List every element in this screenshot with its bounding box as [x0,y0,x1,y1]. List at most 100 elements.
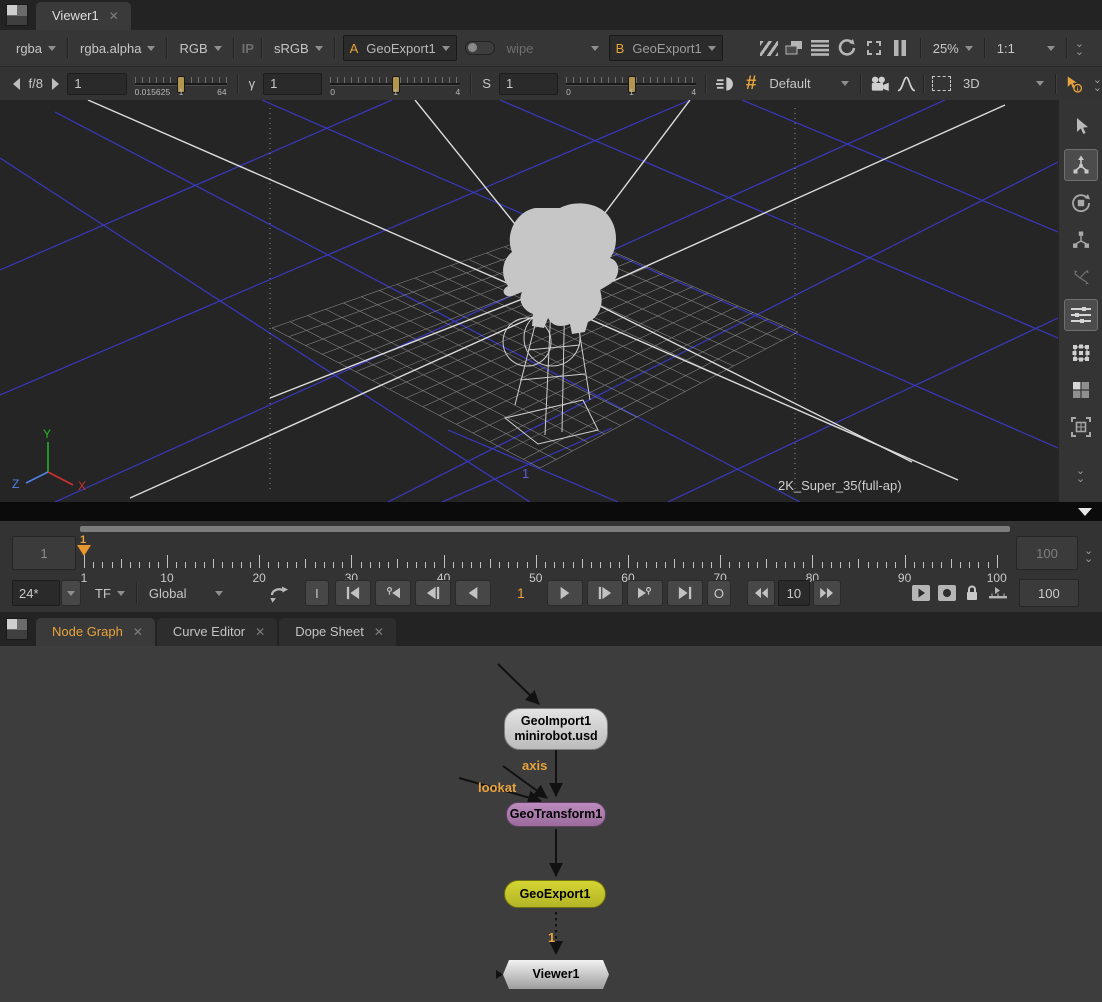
ruler-tick [462,562,463,568]
overlay-screens-icon[interactable] [781,33,807,63]
close-icon[interactable]: ✕ [374,625,384,639]
translate-tool-icon[interactable] [1064,149,1098,181]
tab-curve-editor[interactable]: Curve Editor✕ [157,618,277,646]
split-view-icon[interactable] [1065,375,1097,405]
roi-marquee-icon[interactable] [932,76,951,91]
play-forward-button[interactable] [547,580,583,606]
view-mode-dropdown[interactable]: 3D [959,74,1048,93]
prev-keyframe-button[interactable] [375,580,411,606]
pixel-aspect-dropdown[interactable]: 1:1 [993,39,1059,58]
nodegraph-canvas[interactable]: axis lookat 1 GeoImport1 minirobot.usd G… [0,646,1102,1002]
pane-layout-icon[interactable] [6,618,28,640]
loop-mode-icon[interactable] [267,583,291,603]
pane-layout-icon[interactable] [6,4,28,26]
viewer-colorspace-dropdown[interactable]: sRGB [270,39,327,58]
step-forward-button[interactable] [587,580,623,606]
fps-dropdown[interactable] [61,580,81,606]
wipe-toggle[interactable] [465,41,495,55]
range-out-input[interactable]: 100 [1016,536,1078,570]
wipe-mode-dropdown[interactable]: wipe [503,39,603,58]
proxy-stripes-icon[interactable] [757,33,781,63]
saturation-input[interactable]: 1 [499,73,558,95]
chevron-down-icon [315,46,323,51]
gain-slider[interactable]: 0.015625 1 64 [135,74,227,94]
ruler-tick [333,562,334,568]
set-in-button[interactable]: I [305,580,329,606]
select-tool-icon[interactable] [1065,112,1097,142]
display-channel-dropdown[interactable]: RGB [175,39,225,58]
timeline-marker-icon[interactable] [987,584,1009,602]
collapse-chevron-icon[interactable]: ⌄⌄ [1076,467,1085,483]
close-icon[interactable]: ✕ [255,625,265,639]
expand-triangle-icon[interactable] [1078,508,1092,516]
gain-input[interactable]: 1 [67,73,126,95]
goto-start-button[interactable] [335,580,371,606]
collapse-chevron-icon[interactable]: ⌄⌄ [1084,547,1093,563]
camera-icon[interactable] [869,75,890,93]
grid-snap-icon[interactable]: # [746,73,757,95]
close-icon[interactable]: ✕ [133,625,143,639]
pause-icon[interactable] [887,33,913,63]
set-out-button[interactable]: O [707,580,731,606]
step-back-button[interactable] [415,580,451,606]
lock-range-icon[interactable] [963,584,981,602]
gamma-input[interactable]: 1 [263,73,322,95]
zoom-level-dropdown[interactable]: 25% [929,39,977,58]
channels-dropdown[interactable]: rgba [12,39,60,58]
input-preview-icon[interactable]: i [1064,74,1083,94]
refresh-icon[interactable] [833,33,861,63]
node-viewer1[interactable]: Viewer1 [503,960,609,989]
capture-icon[interactable] [937,584,957,602]
saturation-slider[interactable]: 0 1 4 [566,74,696,94]
play-backward-button[interactable] [455,580,491,606]
gamma-slider[interactable]: 0 1 4 [330,74,460,94]
robot-model[interactable] [503,203,618,334]
node-geoimport1[interactable]: GeoImport1 minirobot.usd [504,708,608,750]
node-geoexport1[interactable]: GeoExport1 [504,880,606,908]
node-title: GeoTransform1 [510,807,602,822]
ruler-tick [628,555,629,568]
collapse-chevron-icon[interactable]: ⌄⌄ [1075,40,1084,56]
tf-dropdown[interactable]: TF [91,584,129,603]
timeline-ruler[interactable]: 1 1102030405060708090100 [0,535,1014,577]
frame-skip-input[interactable]: 10 [778,580,810,606]
curve-strip-collapsed[interactable] [0,502,1102,521]
tab-node-graph[interactable]: Node Graph✕ [36,618,155,646]
b-input-selector[interactable]: B GeoExport1 [609,35,723,61]
fps-input[interactable]: 24* [12,580,60,606]
rotate-tool-icon[interactable] [1065,188,1097,218]
collapse-chevron-icon[interactable]: ⌄⌄ [1093,76,1102,92]
a-input-selector[interactable]: A GeoExport1 [343,35,457,61]
ruler-tick [499,562,500,568]
goto-end-button[interactable] [667,580,703,606]
close-icon[interactable]: ✕ [109,9,119,23]
gate-display-icon[interactable] [861,33,887,63]
range-mode-dropdown[interactable]: Global [145,584,227,603]
ruler-tick [508,562,509,568]
jump-back-button[interactable] [747,580,775,606]
lut-dropdown[interactable]: Default [765,74,852,93]
frame-view-icon[interactable] [1065,412,1097,442]
end-frame-input[interactable]: 100 [1019,579,1079,607]
curve-profile-icon[interactable] [897,76,916,92]
stack-lines-icon[interactable] [807,33,833,63]
next-keyframe-button[interactable] [627,580,663,606]
ruler-tick [545,562,546,568]
prev-fstop-icon[interactable] [12,78,20,90]
scale-tool-icon[interactable] [1065,225,1097,255]
input-process-toggle[interactable]: IP [242,41,254,56]
viewer-3d-viewport[interactable]: 1 Y X Z 2K_Super_35(full-ap) [0,100,1058,502]
display-properties-icon[interactable] [1064,299,1098,331]
timeline-range-bar[interactable] [80,526,1010,532]
tab-viewer1[interactable]: Viewer1 ✕ [36,2,131,30]
layer-dropdown[interactable]: rgba.alpha [76,39,159,58]
headlamp-icon[interactable] [716,75,737,93]
next-fstop-icon[interactable] [51,78,59,90]
tab-dope-sheet[interactable]: Dope Sheet✕ [279,618,396,646]
current-frame[interactable]: 1 [495,585,547,601]
flipbook-icon[interactable] [911,584,931,602]
node-geotransform1[interactable]: GeoTransform1 [506,802,606,827]
jump-forward-button[interactable] [813,580,841,606]
free-transform-tool-icon[interactable] [1065,262,1097,292]
transform-handles-icon[interactable] [1065,338,1097,368]
